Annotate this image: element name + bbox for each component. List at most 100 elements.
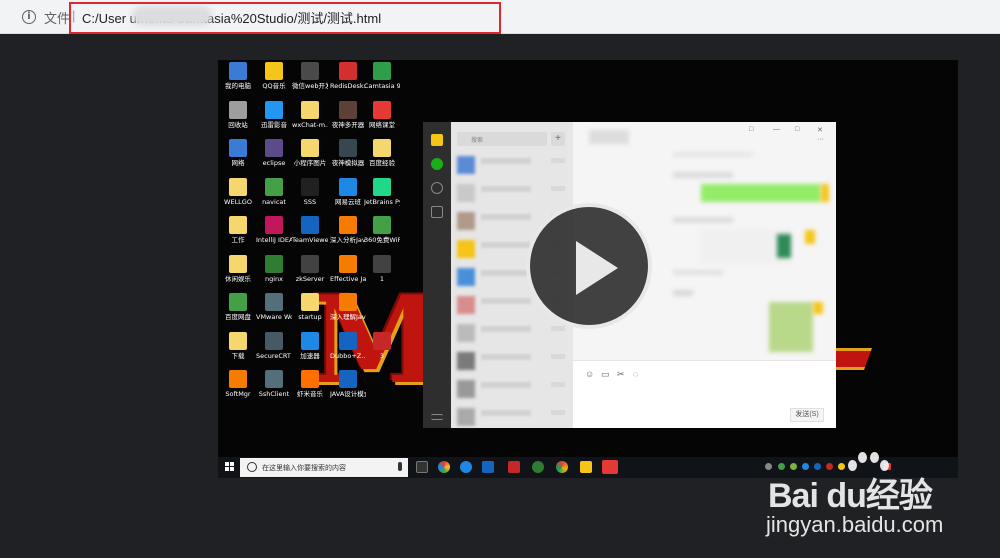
message-input[interactable]: ☺ ▭ ✂ ◌ 发送(S) (573, 361, 836, 428)
app-icon (339, 370, 357, 388)
desktop-icon[interactable]: JAVA设计模式总结之2... (330, 370, 366, 398)
desktop-icon[interactable]: 1 (364, 254, 400, 283)
desktop-icon[interactable]: eclipse (256, 139, 292, 167)
desktop-icon[interactable]: 休闲娱乐 (220, 254, 256, 283)
browser-icon[interactable] (460, 461, 472, 473)
desktop-icon[interactable]: Dubbo+Z... mvc+Ngin... (330, 331, 366, 360)
desktop-icon-label: 夜神模拟器 (331, 159, 365, 167)
app-icon (301, 62, 319, 80)
desktop-icon[interactable]: 网易云班 (330, 177, 366, 206)
avatar[interactable] (431, 134, 443, 146)
desktop-icon[interactable]: Camtasia 9 (364, 62, 400, 90)
desktop-icon[interactable]: 网络 (220, 139, 256, 167)
close-button[interactable]: ✕ (817, 126, 823, 134)
task-view-icon[interactable] (416, 461, 428, 473)
wechat-icon[interactable] (532, 461, 544, 473)
microphone-icon[interactable] (398, 462, 402, 471)
desktop-icon[interactable]: QQ音乐 (256, 62, 292, 90)
desktop-icon[interactable]: 百度经验 (364, 139, 400, 167)
desktop-icon[interactable]: 下载 (220, 331, 256, 360)
cortana-icon (247, 462, 257, 472)
list-item[interactable] (455, 406, 569, 430)
app-icon[interactable] (508, 461, 520, 473)
desktop-icon[interactable]: 3 (364, 331, 400, 360)
taskbar-search[interactable]: 在这里输入你要搜索的内容 (240, 458, 408, 477)
desktop-icon[interactable]: navicat (256, 177, 292, 206)
add-button[interactable]: + (551, 132, 565, 146)
list-item[interactable] (455, 350, 569, 374)
minimize-button[interactable]: — (773, 126, 780, 133)
desktop-icon[interactable]: 百度网盘 (220, 293, 256, 321)
contacts-icon[interactable] (431, 182, 443, 194)
desktop-icon[interactable]: JetBrains PyCharm ... (364, 177, 400, 206)
desktop-icon[interactable]: 小程序图片 (292, 139, 328, 167)
video-player[interactable]: M 我的电脑QQ音乐微信web开发者工具RedisDesk...Camtasia… (218, 60, 958, 478)
app-icon (339, 62, 357, 80)
emoji-icon[interactable]: ☺ (585, 369, 594, 379)
message-bubble (701, 184, 821, 202)
search-input[interactable]: 搜索 (457, 132, 547, 146)
favorites-icon[interactable] (431, 206, 443, 218)
desktop-icon[interactable]: 加速器 (292, 331, 328, 360)
desktop-icon[interactable]: TeamViewer (292, 216, 328, 244)
more-button[interactable]: ··· (817, 136, 824, 143)
desktop-icon-label: 夜神多开器 (331, 120, 365, 129)
desktop-icon[interactable]: SecureCRT 8.1 (256, 331, 292, 360)
list-item[interactable] (455, 154, 569, 178)
desktop-icon[interactable]: 微信web开发者工具 (292, 62, 328, 90)
desktop-icon[interactable]: SshClient (256, 370, 292, 398)
info-icon[interactable]: i (22, 10, 36, 24)
desktop-icon[interactable]: zkServer (292, 254, 328, 283)
desktop-icon[interactable]: SoftMgr (220, 370, 256, 398)
list-item[interactable] (455, 322, 569, 346)
desktop-icon[interactable]: nginx (256, 254, 292, 283)
desktop-icon[interactable]: 夜神多开器 (330, 100, 366, 129)
app-icon (265, 331, 283, 350)
app-icon[interactable] (482, 461, 494, 473)
play-button[interactable] (526, 203, 652, 329)
desktop-icon[interactable]: 深入理解Java虚拟机 JV... (330, 293, 366, 321)
desktop-icon[interactable]: wxChat-m... (292, 100, 328, 129)
desktop-icon[interactable]: SSS (292, 177, 328, 206)
send-button[interactable]: 发送(S) (790, 408, 824, 422)
menu-icon[interactable] (431, 414, 443, 420)
desktop-icon-label: 1 (379, 274, 385, 283)
desktop-icon[interactable]: 360免费WiFi (364, 216, 400, 244)
pin-button[interactable]: □ (749, 126, 753, 133)
desktop-icon-label: 网络课堂 (369, 120, 395, 129)
desktop-icon[interactable]: 虾米音乐 (292, 370, 328, 398)
desktop-icon[interactable]: VMware Workstati... (256, 293, 292, 321)
desktop-icon[interactable]: RedisDesk... (330, 62, 366, 90)
camtasia-icon[interactable] (602, 460, 618, 474)
desktop-icon[interactable]: 回收站 (220, 100, 256, 129)
desktop-icon-label: 迅雷影音 (261, 120, 287, 129)
desktop-icon-label: 下载 (231, 351, 245, 360)
folder-icon[interactable] (580, 461, 592, 473)
desktop-icon-label: 加速器 (300, 351, 320, 360)
desktop-icon[interactable]: startup (292, 293, 328, 321)
scissors-icon[interactable]: ✂ (617, 369, 625, 380)
list-item[interactable] (455, 182, 569, 206)
desktop-icon[interactable]: 网络课堂 (364, 100, 400, 129)
address-bar[interactable]: i 文件 | C:/User uments/Camtasia%20Studio/… (0, 0, 1000, 34)
maximize-button[interactable]: □ (795, 126, 799, 133)
desktop-icon[interactable]: WELLGO (220, 177, 256, 206)
app-icon[interactable] (438, 461, 450, 473)
desktop-icon[interactable]: IntelliJ IDEA 2019.1.1 ... (256, 216, 292, 244)
desktop-icon[interactable]: 夜神模拟器 (330, 139, 366, 167)
avatar (813, 302, 823, 314)
folder-icon[interactable]: ▭ (601, 369, 610, 380)
list-item[interactable] (455, 378, 569, 402)
desktop-icon[interactable]: 工作 (220, 216, 256, 244)
windows-logo-icon[interactable] (225, 462, 235, 472)
chrome-icon[interactable] (556, 461, 568, 473)
app-icon (373, 331, 391, 350)
comment-icon[interactable]: ◌ (633, 369, 638, 379)
desktop-icon[interactable]: 我的电脑 (220, 62, 256, 90)
desktop-icon[interactable]: Effective Java中文版 (330, 254, 366, 283)
app-icon (229, 139, 247, 157)
chat-icon[interactable] (431, 158, 443, 170)
app-icon (339, 100, 357, 119)
desktop-icon[interactable]: 迅雷影音 (256, 100, 292, 129)
desktop-icon[interactable]: 深入分析Java Web技术... (330, 216, 366, 244)
